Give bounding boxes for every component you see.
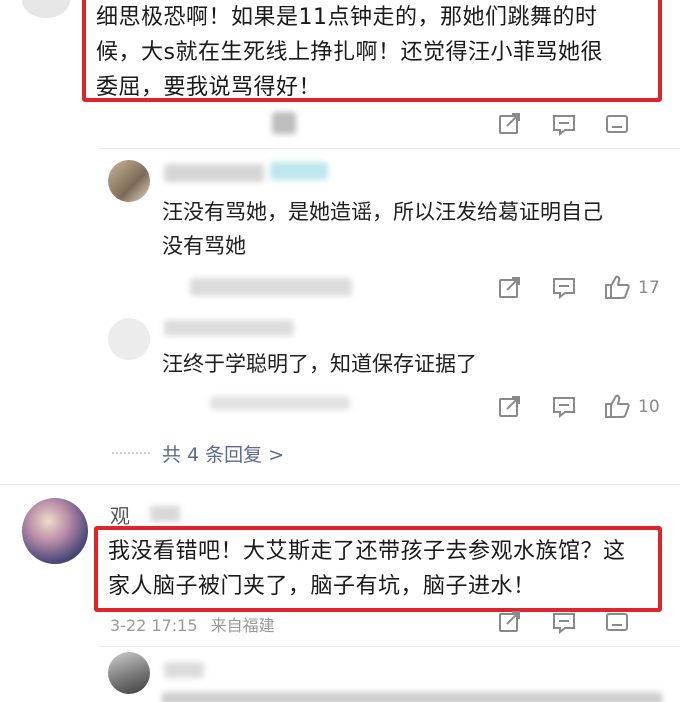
comment-icon[interactable] xyxy=(551,395,577,419)
comment-line: 家人脑子被门夹了，脑子有坑，脑子进水！ xyxy=(108,574,536,599)
comment-line: 候，大s就在生死线上挣扎啊！还觉得汪小菲骂她很 xyxy=(96,40,603,65)
comment-line: 我没看错吧！大艾斯走了还带孩子去参观水族馆？这 xyxy=(108,539,626,564)
avatar[interactable] xyxy=(22,0,70,18)
thumbs-up-icon[interactable] xyxy=(603,393,631,419)
divider xyxy=(98,148,680,149)
redacted-meta xyxy=(272,112,296,134)
redacted-text xyxy=(162,692,662,702)
avatar[interactable] xyxy=(108,160,150,202)
redacted-meta xyxy=(190,278,352,296)
chat-icon[interactable] xyxy=(604,611,630,635)
timestamp: 3-22 17:15 来自福建 xyxy=(110,612,275,636)
replies-dash xyxy=(112,452,150,454)
view-more-replies-link[interactable]: 共 4 条回复 > xyxy=(162,440,284,467)
username[interactable]: 观 xyxy=(110,500,130,529)
comment-text: 细思极恐啊！如果是11点钟走的，那她们跳舞的时 候，大s就在生死线上挣扎啊！还觉… xyxy=(96,0,656,105)
chat-icon[interactable] xyxy=(604,113,630,137)
reply-text: 汪终于学聪明了，知道保存证据了 xyxy=(162,352,477,376)
avatar[interactable] xyxy=(22,498,88,564)
divider xyxy=(98,646,680,647)
comment-icon[interactable] xyxy=(551,611,577,635)
comment-line: 委屈，要我说骂得好！ xyxy=(96,75,322,100)
comment-icon[interactable] xyxy=(551,276,577,300)
redacted-username xyxy=(164,662,204,678)
comment-icon[interactable] xyxy=(551,113,577,137)
avatar[interactable] xyxy=(108,652,150,694)
reply-line: 汪没有骂她，是她造谣，所以汪发给葛证明自己 xyxy=(162,200,603,224)
redacted-badge xyxy=(270,162,328,180)
thumbs-up-icon[interactable] xyxy=(603,274,631,300)
divider xyxy=(0,484,680,485)
avatar[interactable] xyxy=(108,318,150,360)
redacted-meta xyxy=(210,396,350,410)
like-count: 10 xyxy=(638,397,660,417)
time: 3-22 17:15 xyxy=(110,616,198,635)
redacted-username xyxy=(164,164,264,182)
share-icon[interactable] xyxy=(497,395,523,419)
like-count: 17 xyxy=(638,278,660,298)
location: 来自福建 xyxy=(210,616,275,635)
share-icon[interactable] xyxy=(497,112,523,136)
share-icon[interactable] xyxy=(497,276,523,300)
comment-text: 我没看错吧！大艾斯走了还带孩子去参观水族馆？这 家人脑子被门夹了，脑子有坑，脑子… xyxy=(108,534,660,604)
redacted-username xyxy=(150,506,180,522)
redacted-username xyxy=(164,320,294,336)
comment-line: 细思极恐啊！如果是11点钟走的，那她们跳舞的时 xyxy=(96,5,598,30)
reply-text: 汪没有骂她，是她造谣，所以汪发给葛证明自己 没有骂她 xyxy=(162,195,662,263)
share-icon[interactable] xyxy=(497,610,523,634)
reply-line: 没有骂她 xyxy=(162,234,246,258)
